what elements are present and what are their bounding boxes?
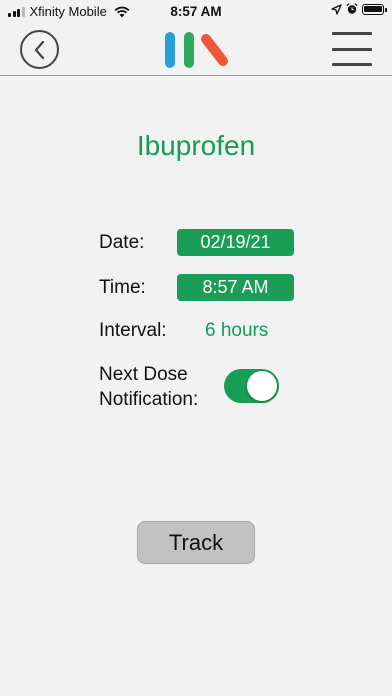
- date-picker-button[interactable]: 02/19/21: [177, 229, 294, 256]
- time-picker-button[interactable]: 8:57 AM: [177, 274, 294, 301]
- chevron-left-icon: [34, 40, 44, 59]
- notification-label: Next Dose Notification:: [99, 362, 198, 412]
- toggle-knob: [247, 371, 277, 401]
- battery-icon: [362, 3, 387, 15]
- date-label: Date:: [99, 232, 145, 253]
- status-right: [331, 3, 387, 15]
- nav-bar: [0, 24, 392, 76]
- app-logo: [165, 32, 228, 68]
- hamburger-menu-icon[interactable]: [332, 32, 372, 66]
- interval-label: Interval:: [99, 320, 167, 341]
- medication-name: Ibuprofen: [136, 130, 256, 161]
- location-arrow-icon: [331, 3, 342, 15]
- alarm-clock-icon: [346, 3, 358, 14]
- back-button[interactable]: [20, 30, 59, 69]
- track-button[interactable]: Track: [137, 521, 255, 564]
- interval-value[interactable]: 6 hours: [205, 320, 268, 342]
- notification-label-line1: Next Dose: [99, 364, 188, 385]
- notification-toggle[interactable]: [224, 369, 279, 403]
- status-bar: Xfinity Mobile 8:57 AM: [0, 0, 392, 24]
- notification-label-line2: Notification:: [99, 389, 199, 410]
- time-label: Time:: [99, 277, 146, 298]
